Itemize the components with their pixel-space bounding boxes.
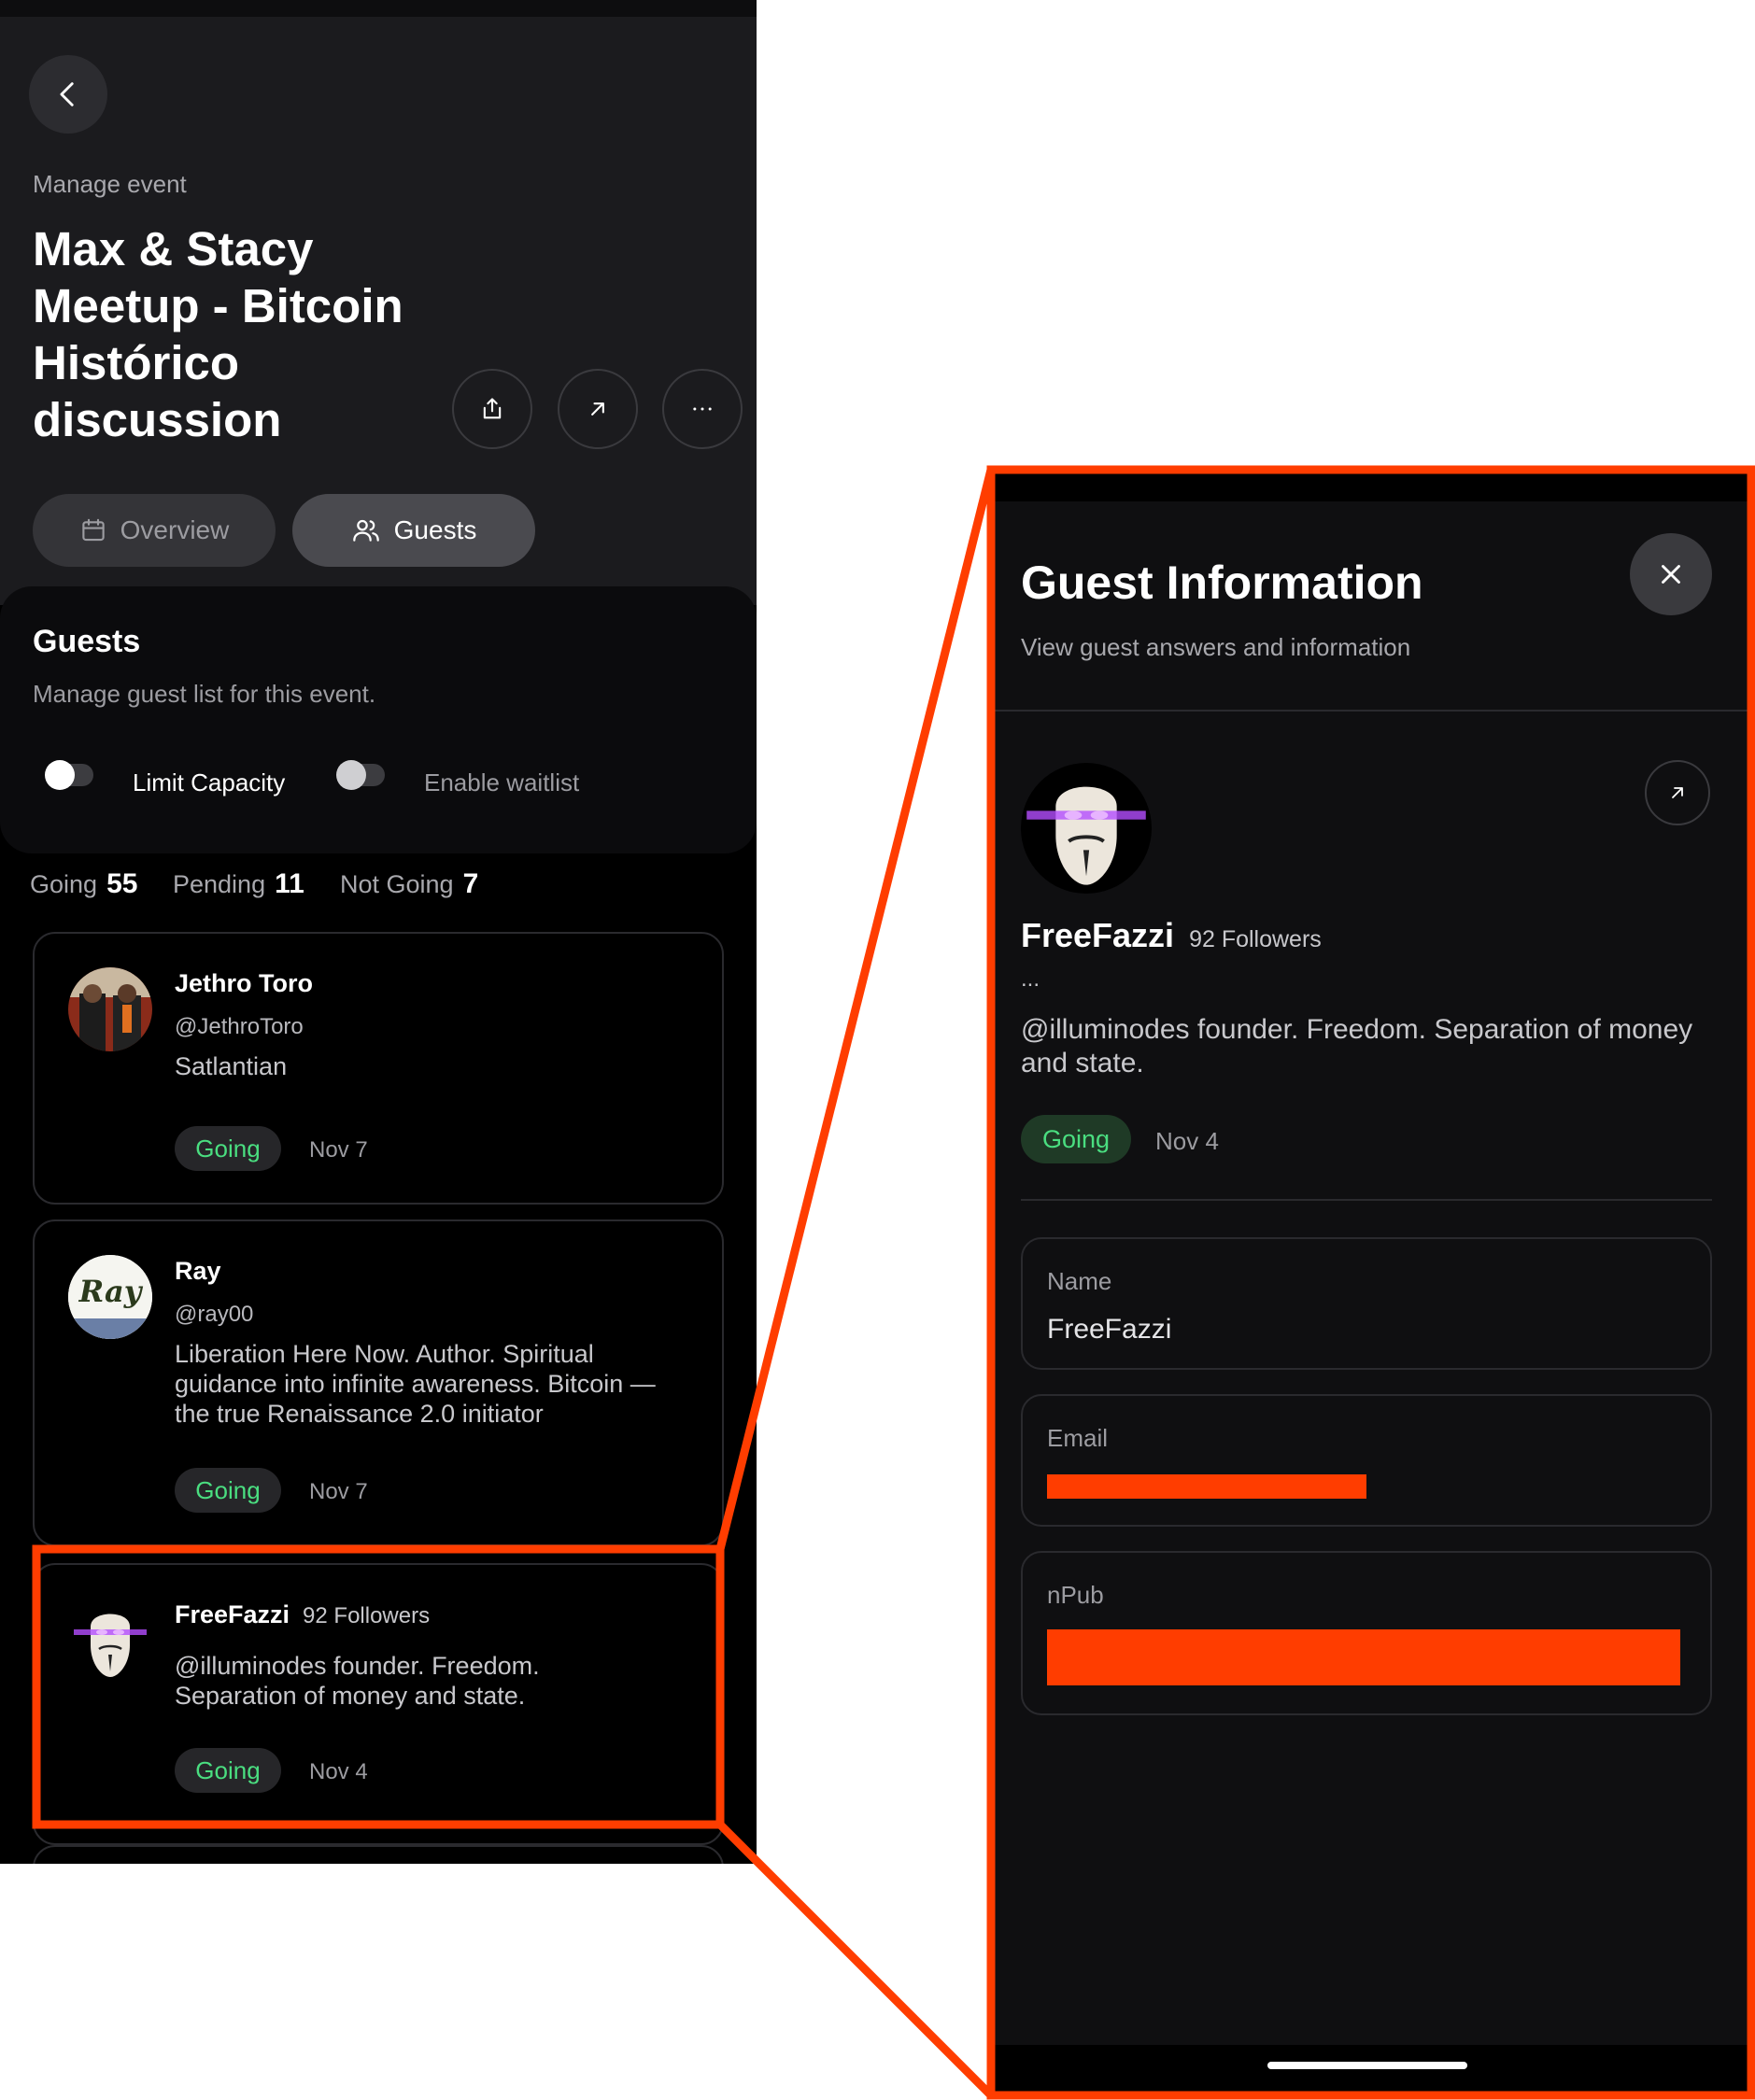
- guest-followers: 92 Followers: [303, 1603, 431, 1628]
- avatar: [1021, 763, 1152, 894]
- name-field-label: Name: [1047, 1267, 1112, 1295]
- home-indicator-area: [995, 2045, 1748, 2095]
- sheet-title: Guest Information: [1021, 557, 1423, 609]
- guest-date: Nov 7: [309, 1137, 368, 1163]
- enable-waitlist-label: Enable waitlist: [424, 768, 580, 796]
- divider: [1021, 1199, 1712, 1201]
- count-going-label: Going: [30, 870, 98, 898]
- redacted-email: [1047, 1474, 1366, 1499]
- status-bar: [0, 0, 757, 17]
- more-button[interactable]: [662, 369, 743, 449]
- close-button[interactable]: [1630, 533, 1712, 615]
- guest-bio: Satlantian: [175, 1052, 288, 1080]
- guest-name: Jethro Toro: [175, 969, 313, 997]
- back-icon: [60, 82, 74, 106]
- more-icon: [693, 407, 712, 411]
- connector-line-top: [715, 468, 996, 1551]
- share-button[interactable]: [452, 369, 532, 449]
- open-event-button[interactable]: [558, 369, 638, 449]
- guest-ellipsis: ...: [1021, 966, 1040, 992]
- calendar-icon: [81, 518, 105, 542]
- guest-handle: @JethroToro: [175, 1014, 304, 1039]
- home-indicator: [1267, 2062, 1467, 2069]
- divider: [995, 710, 1748, 712]
- guest-followers: 92 Followers: [1189, 926, 1322, 952]
- page-title: Max & Stacy Meetup - Bitcoin Histórico d…: [33, 222, 403, 446]
- avatar: [68, 1599, 152, 1683]
- guest-card-jethro-toro[interactable]: Jethro Toro @JethroToro Satlantian Going…: [33, 932, 724, 1205]
- guests-heading: Guests: [33, 624, 141, 659]
- external-link-icon: [591, 402, 604, 416]
- count-not-going-value: 7: [462, 868, 479, 899]
- external-link-icon: [1672, 787, 1683, 798]
- email-field: Email: [1021, 1394, 1712, 1527]
- count-not-going[interactable]: Not Going 7: [340, 868, 478, 900]
- count-going-value: 55: [106, 868, 138, 899]
- enable-waitlist-toggle[interactable]: [336, 760, 385, 790]
- npub-field-label: nPub: [1047, 1581, 1104, 1609]
- avatar-text: Ray: [78, 1274, 142, 1309]
- guest-date: Nov 7: [309, 1479, 368, 1504]
- manage-event-label: Manage event: [33, 170, 187, 198]
- email-field-label: Email: [1047, 1424, 1109, 1452]
- guest-card-freefazzi[interactable]: FreeFazzi 92 Followers @illuminodes found…: [33, 1563, 724, 1845]
- event-header: Manage event Max & Stacy Meetup - Bitcoi…: [0, 17, 757, 605]
- status-badge: Going: [175, 1126, 281, 1171]
- tab-overview[interactable]: Overview: [33, 494, 276, 567]
- guest-information-sheet: Guest Information View guest answers and…: [995, 473, 1748, 2095]
- tab-overview-label: Overview: [120, 515, 230, 544]
- npub-field: nPub: [1021, 1551, 1712, 1715]
- count-pending[interactable]: Pending 11: [173, 868, 304, 900]
- count-pending-label: Pending: [173, 870, 266, 898]
- status-badge: Going: [175, 1748, 281, 1793]
- connector-line-bottom: [716, 1821, 995, 2099]
- count-not-going-label: Not Going: [340, 870, 454, 898]
- guest-bio: Liberation Here Now. Author. Spiritual g…: [175, 1340, 656, 1428]
- status-badge: Going: [175, 1468, 281, 1513]
- sheet-top-bar: [995, 473, 1748, 501]
- users-icon: [352, 519, 379, 542]
- close-icon: [1662, 565, 1680, 584]
- share-icon: [483, 398, 502, 419]
- manage-event-screen: Manage event Max & Stacy Meetup - Bitcoi…: [0, 0, 757, 1864]
- limit-capacity-label: Limit Capacity: [133, 768, 286, 796]
- sheet-subtitle: View guest answers and information: [1021, 633, 1411, 661]
- guest-handle: @ray00: [175, 1302, 254, 1327]
- guest-name: FreeFazzi: [175, 1600, 290, 1628]
- tab-guests[interactable]: Guests: [292, 494, 535, 567]
- name-field-value: FreeFazzi: [1047, 1314, 1172, 1345]
- avatar: Ray: [68, 1255, 152, 1339]
- avatar: [68, 967, 152, 1051]
- guest-date: Nov 4: [1155, 1127, 1219, 1155]
- tab-guests-label: Guests: [393, 515, 477, 544]
- guest-card-next[interactable]: [33, 1845, 724, 1864]
- guests-subtitle: Manage guest list for this event.: [33, 680, 376, 708]
- guest-name-row: FreeFazzi 92 Followers: [175, 1600, 430, 1629]
- guest-name: FreeFazzi: [1021, 916, 1175, 954]
- guest-name: Ray: [175, 1257, 221, 1285]
- guest-bio: @illuminodes founder. Freedom. Separatio…: [1021, 1014, 1693, 1078]
- back-button[interactable]: [29, 55, 107, 134]
- guest-bio: @illuminodes founder. Freedom. Separatio…: [175, 1652, 540, 1710]
- limit-capacity-toggle[interactable]: [45, 760, 93, 790]
- guest-name-row: FreeFazzi 92 Followers: [1021, 916, 1322, 955]
- name-field: Name FreeFazzi: [1021, 1237, 1712, 1370]
- count-pending-value: 11: [275, 868, 304, 899]
- status-badge: Going: [1021, 1115, 1131, 1163]
- guest-card-ray[interactable]: Ray Ray @ray00 Liberation Here Now. Auth…: [33, 1219, 724, 1546]
- count-going[interactable]: Going 55: [30, 868, 137, 900]
- guests-settings-card: Guests Manage guest list for this event.…: [0, 586, 757, 853]
- redacted-npub: [1047, 1629, 1680, 1685]
- open-profile-button[interactable]: [1645, 760, 1710, 825]
- guest-date: Nov 4: [309, 1759, 368, 1784]
